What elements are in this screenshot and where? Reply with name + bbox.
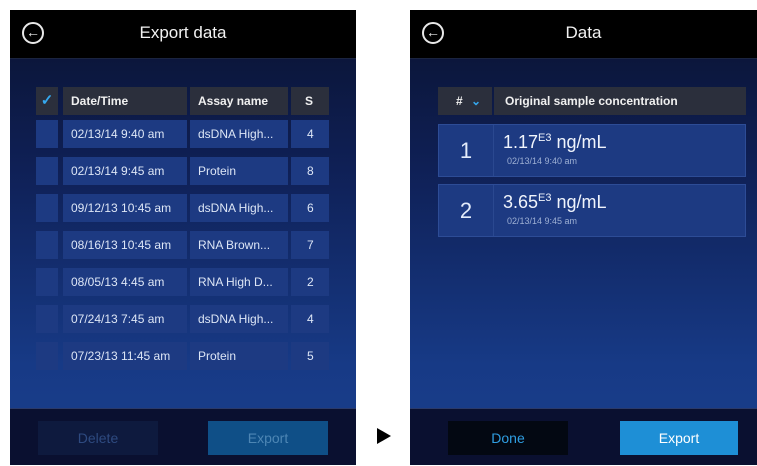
page-title: Data (565, 23, 602, 42)
row-checkbox[interactable] (36, 305, 58, 333)
row-date[interactable]: 09/12/13 10:45 am (63, 194, 187, 222)
page-title: Export data (139, 23, 227, 42)
concentration-value: 1.17E3 ng/mL (503, 132, 607, 153)
column-header-s[interactable]: S (291, 87, 329, 115)
delete-button[interactable]: Delete (38, 421, 158, 455)
list-item[interactable]: 2 3.65E3 ng/mL 02/13/14 9:45 am (438, 184, 746, 237)
row-date[interactable]: 02/13/14 9:40 am (63, 120, 187, 148)
chevron-down-icon: ⌄ (471, 94, 482, 108)
row-date[interactable]: 07/24/13 7:45 am (63, 305, 187, 333)
row-assay[interactable]: dsDNA High... (190, 305, 288, 333)
header-bar: ← Export data (10, 10, 356, 59)
column-header-number[interactable]: # ⌄ (438, 87, 492, 115)
column-header-concentration[interactable]: Original sample concentration (494, 87, 746, 115)
checkmark-icon: ✓ (40, 92, 54, 109)
concentration-number: 3.65 (503, 192, 539, 212)
concentration-value: 3.65E3 ng/mL (503, 192, 607, 213)
data-screen: ← Data # ⌄ Original sample concentration… (410, 10, 757, 465)
list-item[interactable]: 1 1.17E3 ng/mL 02/13/14 9:40 am (438, 124, 746, 177)
concentration-number: 1.17 (503, 132, 539, 152)
concentration-exponent: E3 (538, 192, 552, 204)
row-assay[interactable]: RNA High D... (190, 268, 288, 296)
next-step-arrow-icon (377, 428, 391, 444)
row-assay[interactable]: dsDNA High... (190, 194, 288, 222)
row-date[interactable]: 08/16/13 10:45 am (63, 231, 187, 259)
row-checkbox[interactable] (36, 120, 58, 148)
row-date[interactable]: 07/23/13 11:45 am (63, 342, 187, 370)
row-checkbox[interactable] (36, 342, 58, 370)
timestamp: 02/13/14 9:40 am (507, 156, 578, 166)
done-button[interactable]: Done (448, 421, 568, 455)
row-checkbox[interactable] (36, 231, 58, 259)
row-checkbox[interactable] (36, 268, 58, 296)
row-sample-count[interactable]: 4 (291, 120, 329, 148)
column-header-number-label: # (456, 94, 463, 108)
row-assay[interactable]: Protein (190, 342, 288, 370)
export-button[interactable]: Export (208, 421, 328, 455)
export-button[interactable]: Export (620, 421, 738, 455)
row-sample-count[interactable]: 2 (291, 268, 329, 296)
column-header-assay[interactable]: Assay name (190, 87, 288, 115)
header-bar: ← Data (410, 10, 757, 59)
row-sample-count[interactable]: 7 (291, 231, 329, 259)
concentration-unit: ng/mL (556, 132, 607, 152)
export-data-screen: ← Export data ✓ Date/Time Assay name S 0… (10, 10, 356, 465)
concentration-exponent: E3 (538, 132, 552, 144)
row-sample-count[interactable]: 5 (291, 342, 329, 370)
timestamp: 02/13/14 9:45 am (507, 216, 578, 226)
row-sample-count[interactable]: 4 (291, 305, 329, 333)
row-checkbox[interactable] (36, 194, 58, 222)
row-checkbox[interactable] (36, 157, 58, 185)
row-assay[interactable]: Protein (190, 157, 288, 185)
column-header-datetime[interactable]: Date/Time (63, 87, 187, 115)
row-date[interactable]: 02/13/14 9:45 am (63, 157, 187, 185)
row-number: 2 (439, 185, 494, 236)
footer-bar: Done Export (410, 408, 757, 465)
select-all-checkbox[interactable]: ✓ (36, 87, 58, 115)
row-assay[interactable]: RNA Brown... (190, 231, 288, 259)
concentration-unit: ng/mL (556, 192, 607, 212)
row-sample-count[interactable]: 6 (291, 194, 329, 222)
footer-bar: Delete Export (10, 408, 356, 465)
row-number: 1 (439, 125, 494, 176)
row-assay[interactable]: dsDNA High... (190, 120, 288, 148)
row-sample-count[interactable]: 8 (291, 157, 329, 185)
row-date[interactable]: 08/05/13 4:45 am (63, 268, 187, 296)
